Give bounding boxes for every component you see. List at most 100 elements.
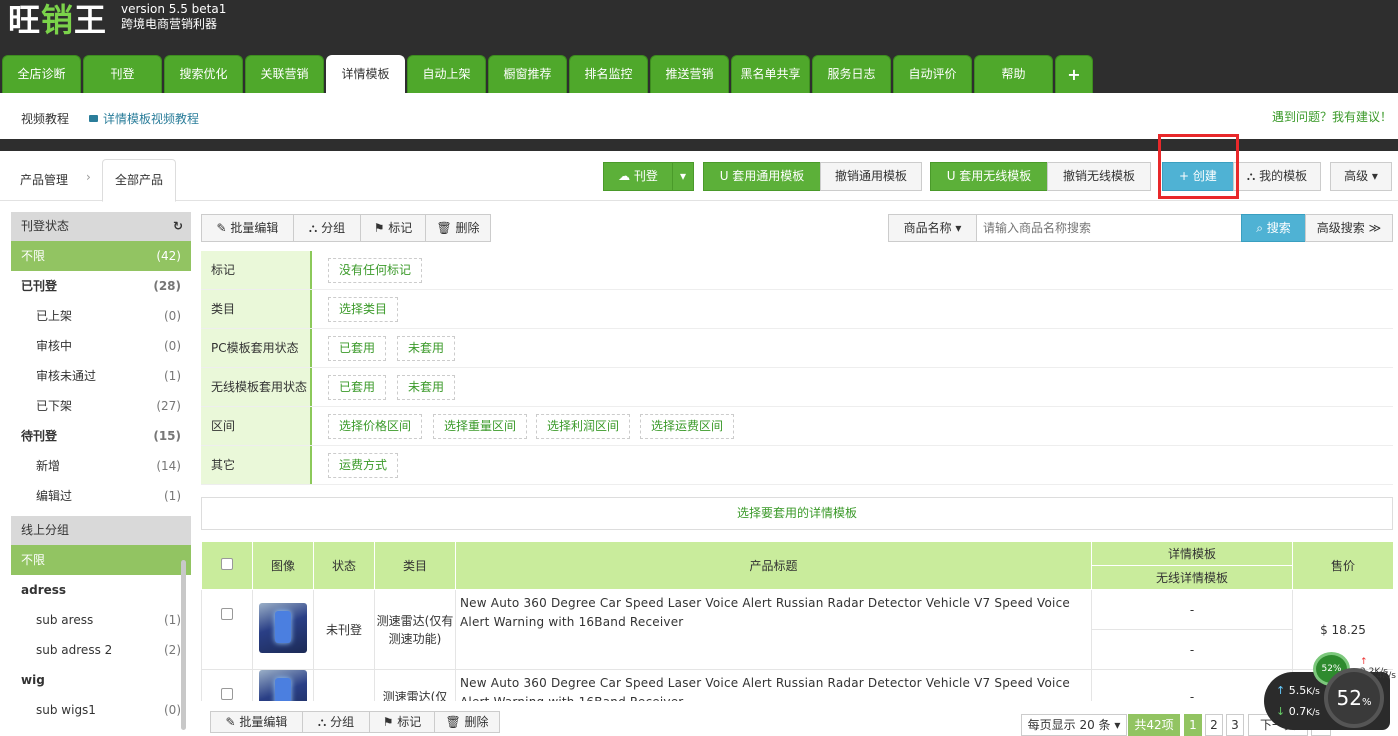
nav-tab-related[interactable]: 关联营销 xyxy=(245,55,324,93)
trash-icon: 🗑 xyxy=(445,715,465,729)
filter-chip[interactable]: 未套用 xyxy=(397,336,456,361)
sidebar-group-adress[interactable]: adress xyxy=(11,575,191,605)
page-1[interactable]: 1 xyxy=(1184,714,1202,736)
nav-tab-publish[interactable]: 刊登 xyxy=(83,55,162,93)
filter-chip[interactable]: 选择利润区间 xyxy=(536,414,631,439)
publish-button[interactable]: ☁ 刊登 xyxy=(603,162,673,191)
row-checkbox[interactable] xyxy=(221,608,233,620)
breadcrumb-current-tab[interactable]: 全部产品 xyxy=(102,159,176,202)
breadcrumb-root[interactable]: 产品管理 xyxy=(20,171,68,188)
filter-row-other: 其它 运费方式 xyxy=(201,446,1393,485)
search-input[interactable] xyxy=(976,214,1242,242)
advanced-dropdown-button[interactable]: 高级 ▾ xyxy=(1330,162,1392,191)
sidebar-group-sub-wigs1[interactable]: sub wigs1 (0) xyxy=(11,695,191,725)
nav-tab-showcase[interactable]: 橱窗推荐 xyxy=(488,55,567,93)
upload-speed: ↑ 5.5K/s xyxy=(1276,684,1320,697)
select-template-bar[interactable]: 选择要套用的详情模板 xyxy=(201,497,1393,530)
sidebar-item-published[interactable]: 已刊登 (28) xyxy=(11,271,191,301)
mark-button[interactable]: ⚑ 标记 xyxy=(360,214,426,242)
feedback-link[interactable]: 遇到问题？我有建议！ xyxy=(1272,108,1392,125)
my-templates-button[interactable]: ⛬ 我的模板 xyxy=(1233,162,1321,191)
apply-general-template-button[interactable]: Ս 套用通用模板 xyxy=(703,162,821,191)
tag-icon: ⚑ xyxy=(382,715,398,729)
nav-tab-diagnosis[interactable]: 全店诊断 xyxy=(2,55,81,93)
sidebar-scrollbar[interactable] xyxy=(181,560,186,730)
sidebar-item-pending[interactable]: 待刊登 (15) xyxy=(11,421,191,451)
sidebar-item-all[interactable]: 不限 (42) xyxy=(11,241,191,271)
filter-chip[interactable]: 选择运费区间 xyxy=(640,414,735,439)
nav-add-tab-button[interactable]: + xyxy=(1055,55,1093,93)
nav-tab-blacklist[interactable]: 黑名单共享 xyxy=(731,55,810,93)
magnet-icon: Ս xyxy=(946,169,960,183)
delete-button[interactable]: 🗑 删除 xyxy=(425,214,491,242)
select-all-checkbox[interactable] xyxy=(221,558,233,570)
row-category: 测速雷达(仅有测速功能) xyxy=(374,589,456,670)
nav-tab-auto-review[interactable]: 自动评价 xyxy=(893,55,972,93)
sidebar-group-sub-aress[interactable]: sub aress (1) xyxy=(11,605,191,635)
row-title[interactable]: New Auto 360 Degree Car Speed Laser Voic… xyxy=(455,589,1092,670)
nav-tab-detail-template[interactable]: 详情模板 xyxy=(326,55,405,93)
edit-icon: ✎ xyxy=(216,221,231,235)
top-header: 旺销王 version 5.5 beta1 跨境电商营销利器 全店诊断 刊登 搜… xyxy=(0,0,1398,93)
page-2[interactable]: 2 xyxy=(1205,714,1223,736)
video-camera-icon xyxy=(89,115,98,122)
sidebar-group-sub-adress-2[interactable]: sub adress 2 (2) xyxy=(11,635,191,665)
batch-edit-button[interactable]: ✎ 批量编辑 xyxy=(201,214,294,242)
product-thumbnail[interactable] xyxy=(259,603,307,653)
sidebar-group-all[interactable]: 不限 xyxy=(11,545,191,575)
nav-tab-seo[interactable]: 搜索优化 xyxy=(164,55,243,93)
page-3[interactable]: 3 xyxy=(1226,714,1244,736)
sidebar-group-wig[interactable]: wig xyxy=(11,665,191,695)
filter-chip[interactable]: 运费方式 xyxy=(328,453,399,478)
apply-wireless-template-button[interactable]: Ս 套用无线模板 xyxy=(930,162,1048,191)
cancel-wireless-template-button[interactable]: 撤销无线模板 xyxy=(1047,162,1151,191)
row-checkbox[interactable] xyxy=(221,688,233,700)
arrow-down-icon: ↓ xyxy=(1276,705,1286,718)
group-button[interactable]: ⛬ 分组 xyxy=(293,214,361,242)
product-table: 图像 状态 类目 产品标题 详情模板 售价 无线详情模板 未刊登 测速雷达(仅有… xyxy=(201,541,1393,701)
nav-tab-help[interactable]: 帮助 xyxy=(974,55,1053,93)
sitemap-icon: ⛬ xyxy=(1246,169,1260,183)
column-header-price: 售价 xyxy=(1292,541,1393,590)
per-page-select[interactable]: 每页显示 20 条 ▾ xyxy=(1021,714,1127,736)
product-thumbnail[interactable] xyxy=(259,670,307,701)
memory-usage-ring: 52% xyxy=(1324,668,1384,728)
sidebar-item-new[interactable]: 新增 (14) xyxy=(11,451,191,481)
sidebar-item-rejected[interactable]: 审核未通过 (1) xyxy=(11,361,191,391)
nav-tab-log[interactable]: 服务日志 xyxy=(812,55,891,93)
publish-dropdown-button[interactable]: ▾ xyxy=(672,162,694,191)
advanced-search-button[interactable]: 高级搜索 ≫ xyxy=(1305,214,1393,242)
row-title[interactable]: New Auto 360 Degree Car Speed Laser Voic… xyxy=(455,669,1092,701)
magnet-icon: Ս xyxy=(719,169,733,183)
sidebar-status-header: 刊登状态 ↻ xyxy=(11,212,191,241)
column-header-detail-template: 详情模板 xyxy=(1091,541,1293,566)
bottom-action-bar: ✎ 批量编辑 ⛬ 分组 ⚑ 标记 🗑 删除 每页显示 20 条 ▾ 共42项 1… xyxy=(201,711,1398,736)
nav-tab-rank[interactable]: 排名监控 xyxy=(569,55,648,93)
cancel-general-template-button[interactable]: 撤销通用模板 xyxy=(820,162,922,191)
main-nav: 全店诊断 刊登 搜索优化 关联营销 详情模板 自动上架 橱窗推荐 排名监控 推送… xyxy=(2,55,1095,93)
filter-chip[interactable]: 没有任何标记 xyxy=(328,258,423,283)
filter-chip[interactable]: 选择重量区间 xyxy=(433,414,528,439)
filter-chip[interactable]: 选择价格区间 xyxy=(328,414,423,439)
column-header-image: 图像 xyxy=(252,541,314,590)
video-tutorial-link[interactable]: 详情模板视频教程 xyxy=(89,110,199,127)
row-wireless-template: - xyxy=(1091,629,1293,670)
filter-chip[interactable]: 已套用 xyxy=(328,336,387,361)
nav-tab-push[interactable]: 推送营销 xyxy=(650,55,729,93)
filter-chip[interactable]: 选择类目 xyxy=(328,297,399,322)
refresh-icon[interactable]: ↻ xyxy=(173,212,183,241)
version-text: version 5.5 beta1 xyxy=(121,2,227,16)
sidebar-item-listed[interactable]: 已上架 (0) xyxy=(11,301,191,331)
app-subtitle: 跨境电商营销利器 xyxy=(121,17,218,31)
sidebar-item-edited[interactable]: 编辑过 (1) xyxy=(11,481,191,511)
filter-chip[interactable]: 已套用 xyxy=(328,375,387,400)
app-logo: 旺销王 xyxy=(8,1,108,39)
filter-panel: 标记 没有任何标记 类目 选择类目 PC模板套用状态 已套用 未套用 无线模板套用状态已… xyxy=(201,251,1393,485)
search-field-select[interactable]: 商品名称 ▾ xyxy=(888,214,977,242)
sidebar-item-delisted[interactable]: 已下架 (27) xyxy=(11,391,191,421)
filter-chip[interactable]: 未套用 xyxy=(397,375,456,400)
search-button[interactable]: ⌕ 搜索 xyxy=(1241,214,1306,242)
nav-tab-auto-list[interactable]: 自动上架 xyxy=(407,55,486,93)
column-header-title: 产品标题 xyxy=(455,541,1092,590)
sidebar-item-reviewing[interactable]: 审核中 (0) xyxy=(11,331,191,361)
